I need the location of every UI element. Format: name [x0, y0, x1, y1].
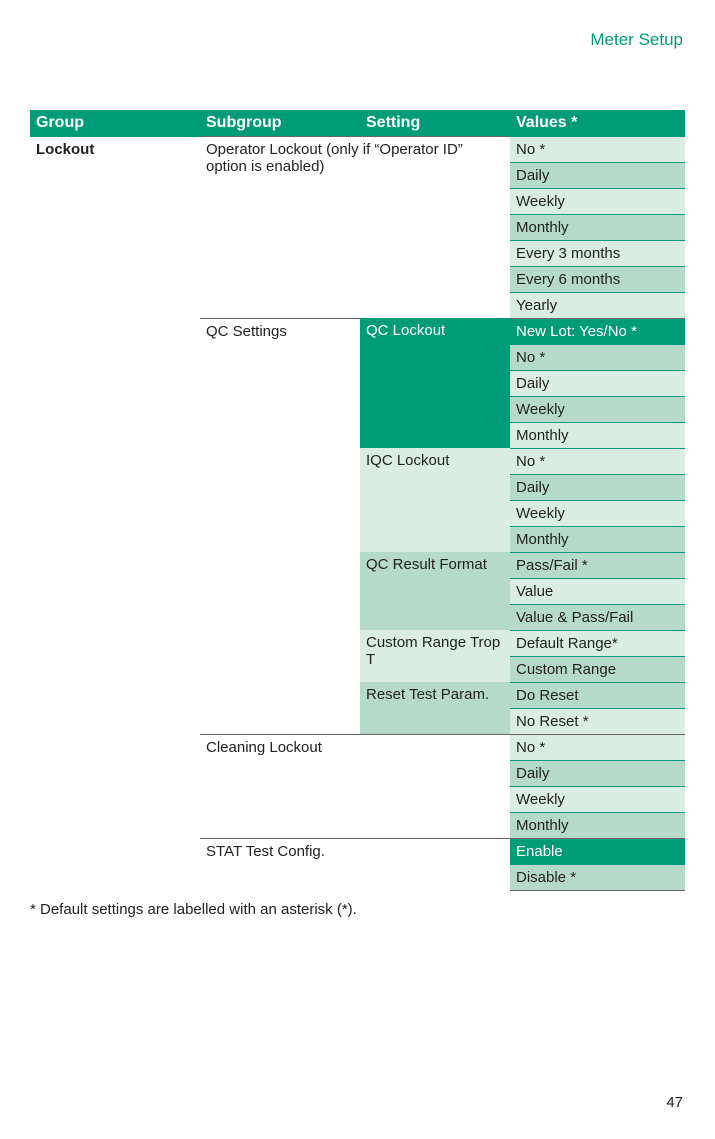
value-cell: Daily — [510, 370, 685, 396]
value-cell: No * — [510, 344, 685, 370]
col-subgroup: Subgroup — [200, 110, 360, 137]
value-cell: Value — [510, 578, 685, 604]
value-cell: Every 3 months — [510, 240, 685, 266]
value-cell: Monthly — [510, 214, 685, 240]
value-cell: Weekly — [510, 786, 685, 812]
value-cell: Weekly — [510, 396, 685, 422]
value-cell: Daily — [510, 474, 685, 500]
footnote: * Default settings are labelled with an … — [30, 901, 685, 918]
value-cell: Value & Pass/Fail — [510, 604, 685, 630]
value-cell: Disable * — [510, 864, 685, 890]
table-header-row: Group Subgroup Setting Values * — [30, 110, 685, 137]
group-lockout: Lockout — [30, 137, 200, 839]
value-cell: Monthly — [510, 526, 685, 552]
value-cell: Every 6 months — [510, 266, 685, 292]
col-group: Group — [30, 110, 200, 137]
setting-qc-result-format: QC Result Format — [360, 552, 510, 630]
col-values: Values * — [510, 110, 685, 137]
value-cell: Daily — [510, 162, 685, 188]
settings-table: Group Subgroup Setting Values * Lockout … — [30, 110, 685, 891]
value-cell: No Reset * — [510, 708, 685, 734]
value-cell: Custom Range — [510, 656, 685, 682]
value-cell: Monthly — [510, 422, 685, 448]
value-cell: New Lot: Yes/No * — [510, 318, 685, 344]
value-cell: No * — [510, 448, 685, 474]
subgroup-cleaning-lockout: Cleaning Lockout — [200, 734, 510, 838]
value-cell: No * — [510, 734, 685, 760]
setting-qc-lockout: QC Lockout — [360, 318, 510, 448]
value-cell: No * — [510, 137, 685, 163]
col-setting: Setting — [360, 110, 510, 137]
subgroup-qc-settings: QC Settings — [200, 318, 360, 682]
setting-reset-test-param: Reset Test Param. — [360, 682, 510, 734]
setting-iqc-lockout: IQC Lockout — [360, 448, 510, 552]
value-cell: Do Reset — [510, 682, 685, 708]
page-number: 47 — [666, 1094, 683, 1111]
setting-custom-range-trop-t: Custom Range Trop T — [360, 630, 510, 682]
page-header: Meter Setup — [30, 30, 685, 50]
value-cell: Monthly — [510, 812, 685, 838]
subgroup-operator-lockout: Operator Lockout (only if “Operator ID” … — [200, 137, 510, 319]
subgroup-qc-settings-cont — [200, 682, 360, 734]
value-cell: Default Range* — [510, 630, 685, 656]
value-cell: Pass/Fail * — [510, 552, 685, 578]
value-cell: Weekly — [510, 188, 685, 214]
value-cell: Daily — [510, 760, 685, 786]
group-lockout-cont — [30, 838, 200, 890]
value-cell: Enable — [510, 838, 685, 864]
value-cell: Weekly — [510, 500, 685, 526]
subgroup-stat-test-config: STAT Test Config. — [200, 838, 510, 890]
value-cell: Yearly — [510, 292, 685, 318]
